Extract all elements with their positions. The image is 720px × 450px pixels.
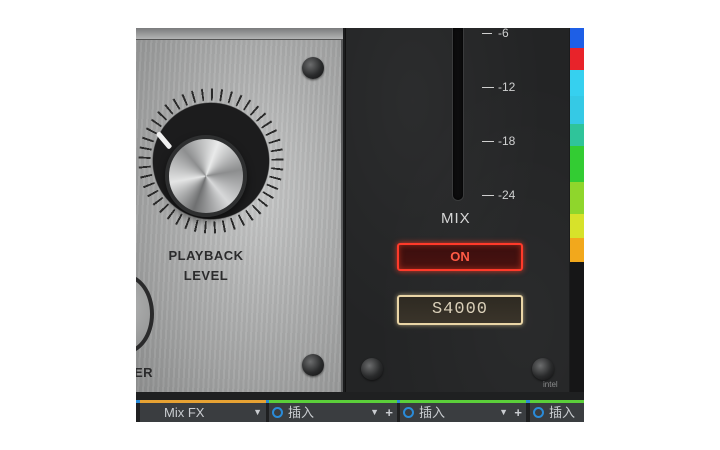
- scale-tick: [482, 141, 494, 142]
- slot-label: Mix FX: [164, 405, 205, 420]
- screw-icon: [361, 358, 383, 380]
- scale-value: -6: [498, 28, 509, 40]
- chevron-down-icon[interactable]: ▼: [370, 403, 379, 422]
- meter-segment: [570, 146, 584, 182]
- meter-segment: [570, 238, 584, 262]
- mixer-insert-strip: Mix FX ▼ 插入 ▼ + 插入 ▼ + 插入: [136, 392, 584, 422]
- playback-level-knob[interactable]: [165, 135, 247, 217]
- scale-value: -12: [498, 80, 516, 94]
- chevron-down-icon[interactable]: ▼: [253, 403, 262, 422]
- plugin-window-crop: PLAYBACK LEVEL ER -6 -12 -18 -24 MIX ON …: [136, 28, 584, 422]
- playback-label-line2: LEVEL: [183, 268, 229, 283]
- intel-badge: intel: [543, 380, 558, 389]
- mix-panel: -6 -12 -18 -24 MIX ON S4000 intel: [345, 28, 569, 392]
- meter-segment: [570, 124, 584, 146]
- on-button[interactable]: ON: [397, 243, 523, 271]
- level-meter: [570, 28, 584, 392]
- power-icon[interactable]: [403, 407, 414, 418]
- insert-slot-1[interactable]: 插入 ▼ +: [269, 400, 397, 422]
- meter-segment: [570, 48, 584, 70]
- s4000-button[interactable]: S4000: [397, 295, 523, 325]
- meter-segment: [570, 214, 584, 238]
- secondary-knob-partial[interactable]: [136, 274, 154, 354]
- meter-segment: [570, 70, 584, 96]
- add-icon[interactable]: +: [514, 403, 522, 422]
- slot-label: 插入: [549, 405, 576, 420]
- meter-segment: [570, 96, 584, 124]
- silver-panel: PLAYBACK LEVEL ER: [136, 28, 343, 392]
- meter-segment: [570, 182, 584, 214]
- insert-slot-2[interactable]: 插入 ▼ +: [400, 400, 526, 422]
- mix-fader-slot[interactable]: [453, 28, 463, 200]
- scale-tick: [482, 87, 494, 88]
- meter-segment: [570, 28, 584, 48]
- mix-label: MIX: [441, 210, 471, 227]
- screw-icon: [302, 57, 324, 79]
- slot-label: 插入: [288, 405, 315, 420]
- insert-slot-3[interactable]: 插入: [530, 400, 584, 422]
- power-icon[interactable]: [272, 407, 283, 418]
- slot-label: 插入: [419, 405, 446, 420]
- mix-fx-slot[interactable]: Mix FX ▼: [140, 400, 266, 422]
- scale-tick: [482, 195, 494, 196]
- screw-icon: [532, 358, 554, 380]
- scale-value: -24: [498, 188, 516, 202]
- power-icon[interactable]: [533, 407, 544, 418]
- screw-icon: [302, 354, 324, 376]
- partial-knob-label: ER: [136, 365, 154, 380]
- add-icon[interactable]: +: [385, 403, 393, 422]
- chevron-down-icon[interactable]: ▼: [499, 403, 508, 422]
- playback-label-line1: PLAYBACK: [168, 248, 244, 263]
- silver-panel-top-rail: [136, 28, 343, 40]
- scale-value: -18: [498, 134, 516, 148]
- scale-tick: [482, 33, 492, 34]
